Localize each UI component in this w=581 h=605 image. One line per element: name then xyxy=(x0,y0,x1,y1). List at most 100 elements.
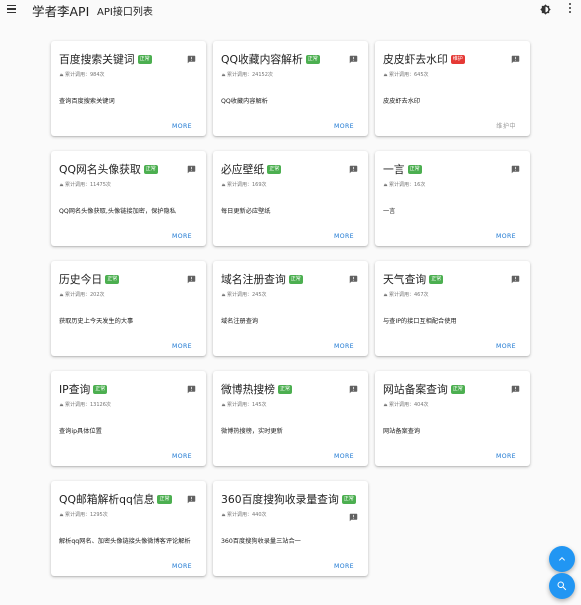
call-count: 累计调用：13126次 xyxy=(59,401,111,408)
feedback-icon[interactable] xyxy=(511,275,520,284)
card-title-row: 历史今日 正常 xyxy=(59,271,176,287)
more-button[interactable]: MORE xyxy=(334,343,354,350)
call-count-text: 累计调用：984次 xyxy=(65,72,105,78)
feedback-icon[interactable] xyxy=(187,385,196,394)
call-count: 累计调用：24152次 xyxy=(221,71,273,78)
call-count-text: 累计调用：145次 xyxy=(227,402,267,408)
call-count: 累计调用：202次 xyxy=(59,291,105,298)
api-card[interactable]: 历史今日 正常 累计调用：202次 获取历史上今天发生的大事 MORE xyxy=(51,261,206,356)
api-card[interactable]: QQ邮箱解析qq信息 正常 累计调用：1295次 解析qq网名、加密头像链接头像微博客… xyxy=(51,481,206,576)
card-description: QQ网名头像获取,头像链接加密，保护隐私 xyxy=(59,208,176,215)
trending-icon xyxy=(383,403,388,407)
card-title: 网站备案查询 xyxy=(383,383,448,396)
more-vert-icon[interactable] xyxy=(568,3,572,15)
card-description: 一言 xyxy=(383,208,396,215)
status-badge: 正常 xyxy=(143,164,158,174)
status-badge: 正常 xyxy=(305,54,320,64)
card-title-row: 必应壁纸 正常 xyxy=(221,161,338,177)
more-button[interactable]: MORE xyxy=(172,453,192,460)
app-title[interactable]: 学者李API xyxy=(32,1,89,20)
more-button[interactable]: MORE xyxy=(496,233,516,240)
trending-icon xyxy=(59,183,64,187)
status-badge: 正常 xyxy=(341,494,356,504)
status-badge: 正常 xyxy=(157,494,172,504)
feedback-icon[interactable] xyxy=(511,165,520,174)
api-card[interactable]: 域名注册查询 正常 累计调用：245次 域名注册查询 MORE xyxy=(213,261,368,356)
card-description: 解析qq网名、加密头像链接头像微博客评论解析 xyxy=(59,538,191,545)
card-title-row: 360百度搜狗收录量查询 正常 xyxy=(221,491,364,507)
trending-icon xyxy=(221,183,226,187)
card-title-row: 天气查询 正常 xyxy=(383,271,500,287)
card-title: 360百度搜狗收录量查询 xyxy=(221,493,339,506)
card-title: 百度搜索关键词 xyxy=(59,53,135,66)
more-button[interactable]: MORE xyxy=(172,123,192,130)
api-card[interactable]: QQ网名头像获取 正常 累计调用：11475次 QQ网名头像获取,头像链接加密，保护隐… xyxy=(51,151,206,246)
feedback-icon[interactable] xyxy=(187,275,196,284)
call-count: 累计调用：404次 xyxy=(383,401,429,408)
more-button[interactable]: MORE xyxy=(172,563,192,570)
card-description: 微博热搜榜，实时更新 xyxy=(221,428,283,435)
api-card[interactable]: 一言 正常 累计调用：16次 一言 MORE xyxy=(375,151,530,246)
more-button[interactable]: MORE xyxy=(334,453,354,460)
api-list-link[interactable]: API接口列表 xyxy=(97,3,153,18)
search-button[interactable] xyxy=(549,573,575,599)
feedback-icon[interactable] xyxy=(349,275,358,284)
call-count: 累计调用：984次 xyxy=(59,71,105,78)
more-button[interactable]: MORE xyxy=(496,343,516,350)
status-badge: 正常 xyxy=(429,274,444,284)
card-title-row: 微博热搜榜 正常 xyxy=(221,381,338,397)
status-badge: 正常 xyxy=(277,384,292,394)
feedback-icon[interactable] xyxy=(349,385,358,394)
api-card[interactable]: QQ收藏内容解析 正常累计调用：24152次 QQ收藏内容解析 MORE xyxy=(213,41,368,136)
menu-icon[interactable] xyxy=(7,5,16,14)
card-title: 域名注册查询 xyxy=(221,273,286,286)
brightness-icon[interactable] xyxy=(540,4,551,15)
scroll-top-button[interactable] xyxy=(549,546,575,572)
card-title-row: 域名注册查询 正常 xyxy=(221,271,338,287)
api-card[interactable]: 皮皮虾去水印 维护 累计调用：645次 皮皮虾去水印 维护中 xyxy=(375,41,530,136)
card-description: 360百度搜狗收录量三站合一 xyxy=(221,538,301,545)
api-card[interactable]: 天气查询 正常 累计调用：467次 与查IP的接口互相配合使用 MORE xyxy=(375,261,530,356)
card-description: 网站备案查询 xyxy=(383,428,421,435)
card-title: 一言 xyxy=(383,163,405,176)
card-title-row: QQ收藏内容解析 正常 xyxy=(221,51,338,67)
more-button[interactable]: MORE xyxy=(334,233,354,240)
more-button[interactable]: MORE xyxy=(172,233,192,240)
more-button[interactable]: MORE xyxy=(334,563,354,570)
feedback-icon[interactable] xyxy=(187,495,196,504)
feedback-icon[interactable] xyxy=(187,165,196,174)
trending-icon xyxy=(383,183,388,187)
api-card[interactable]: 360百度搜狗收录量查询 正常累计调用：440次 360百度搜狗收录量三站合一 MOR… xyxy=(213,481,368,576)
call-count-text: 累计调用：404次 xyxy=(389,402,429,408)
call-count-text: 累计调用：169次 xyxy=(227,182,267,188)
card-description: 查询百度搜索关键词 xyxy=(59,98,115,105)
trending-icon xyxy=(383,293,388,297)
trending-icon xyxy=(59,293,64,297)
call-count: 累计调用：440次 xyxy=(221,511,267,518)
feedback-icon[interactable] xyxy=(511,55,520,64)
status-badge: 正常 xyxy=(267,164,282,174)
feedback-icon[interactable] xyxy=(187,55,196,64)
feedback-icon[interactable] xyxy=(349,165,358,174)
more-button[interactable]: MORE xyxy=(334,123,354,130)
more-button[interactable]: MORE xyxy=(496,453,516,460)
call-count-text: 累计调用：1295次 xyxy=(65,512,108,518)
more-button[interactable]: MORE xyxy=(172,343,192,350)
api-card[interactable]: 百度搜索关键词 正常 累计调用：984次 查询百度搜索关键词 MORE xyxy=(51,41,206,136)
feedback-icon[interactable] xyxy=(349,513,358,522)
api-card[interactable]: 微博热搜榜 正常累计调用：145次微博热搜榜，实时更新 MORE xyxy=(213,371,368,466)
api-card[interactable]: 必应壁纸 正常累计调用：169次 每日更新必应壁纸 MORE xyxy=(213,151,368,246)
card-description: 每日更新必应壁纸 xyxy=(221,208,271,215)
feedback-icon[interactable] xyxy=(511,385,520,394)
card-description: 皮皮虾去水印 xyxy=(383,98,421,105)
api-card[interactable]: 网站备案查询 正常 累计调用：404次 网站备案查询 MORE xyxy=(375,371,530,466)
api-card[interactable]: IP查询 正常 累计调用：13126次 查询ip具体位置 MORE xyxy=(51,371,206,466)
card-description: 域名注册查询 xyxy=(221,318,259,325)
trending-icon xyxy=(383,73,388,77)
call-count-text: 累计调用：467次 xyxy=(389,292,429,298)
card-title: QQ收藏内容解析 xyxy=(221,53,303,66)
card-title: 天气查询 xyxy=(383,273,427,286)
app-bar: 学者李API API接口列表 xyxy=(0,0,581,20)
status-badge: 维护 xyxy=(450,54,465,64)
feedback-icon[interactable] xyxy=(349,55,358,64)
